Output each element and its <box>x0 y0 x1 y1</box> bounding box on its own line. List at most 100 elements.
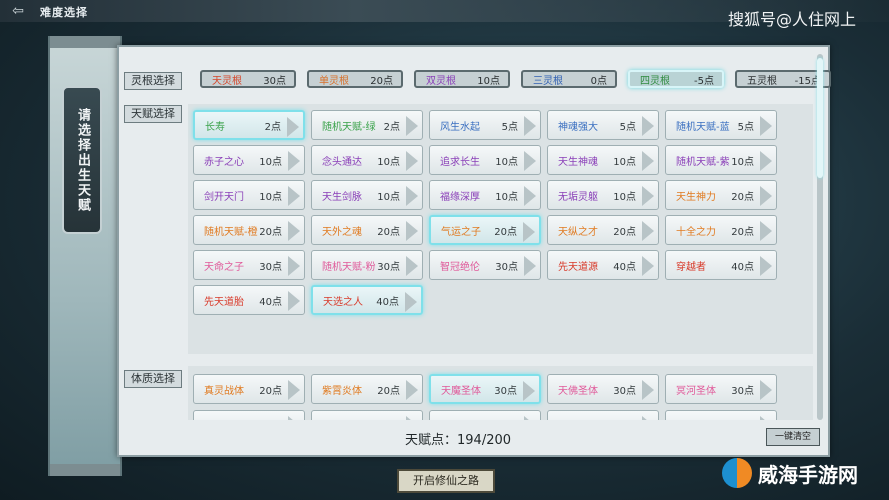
talent-card[interactable]: 天选之人 40点 <box>311 285 423 315</box>
talent-card[interactable]: 念头通达 10点 <box>311 145 423 175</box>
talent-card[interactable]: 随机天赋-紫 10点 <box>665 145 777 175</box>
birth-talent-label: 请选择出生天赋 <box>62 86 102 234</box>
talent-name: 天生神力 <box>676 191 716 203</box>
clear-all-button[interactable]: 一键清空 <box>766 428 820 446</box>
talent-cost: 20点 <box>377 226 400 238</box>
talent-name: 长寿 <box>205 121 225 133</box>
physique-name: 紫霄炎体 <box>322 385 362 397</box>
physique-card[interactable]: 真灵战体 20点 <box>193 374 305 404</box>
talent-card[interactable]: 天纵之才 20点 <box>547 215 659 245</box>
physique-grid: 真灵战体 20点 紫霄炎体 20点 天魔圣体 30点 天佛圣体 30点 冥河圣体 30点 <box>193 374 777 420</box>
talent-name: 风生水起 <box>440 121 480 133</box>
physique-card[interactable]: 紫霄炎体 20点 <box>311 374 423 404</box>
physique-card[interactable]: 冥河圣体 30点 <box>665 374 777 404</box>
root-name: 三灵根 <box>533 75 563 87</box>
talent-cost: 10点 <box>259 191 282 203</box>
talent-card[interactable]: 随机天赋-绿 2点 <box>311 110 423 140</box>
physique-card[interactable] <box>311 410 423 420</box>
physique-card[interactable] <box>547 410 659 420</box>
talent-cost: 10点 <box>613 191 636 203</box>
talent-card[interactable]: 智冠绝伦 30点 <box>429 250 541 280</box>
talent-cost: 40点 <box>259 296 282 308</box>
talent-name: 十全之力 <box>676 226 716 238</box>
talent-card[interactable]: 十全之力 20点 <box>665 215 777 245</box>
talent-cost: 20点 <box>494 226 517 238</box>
physique-cost: 30点 <box>494 385 517 397</box>
root-cost: 30点 <box>263 75 286 87</box>
talent-cost: 30点 <box>377 261 400 273</box>
physique-card[interactable] <box>665 410 777 420</box>
root-cost: -5点 <box>694 75 714 87</box>
talent-card[interactable]: 赤子之心 10点 <box>193 145 305 175</box>
back-arrow-icon[interactable]: ⇦ <box>6 3 30 19</box>
talent-card[interactable]: 风生水起 5点 <box>429 110 541 140</box>
physique-card[interactable]: 天佛圣体 30点 <box>547 374 659 404</box>
root-cost: 0点 <box>590 75 607 87</box>
talent-name: 念头通达 <box>322 156 362 168</box>
scrollbar-thumb[interactable] <box>817 58 823 178</box>
talent-section-label: 天赋选择 <box>124 105 182 123</box>
talent-card[interactable]: 气运之子 20点 <box>429 215 541 245</box>
talent-name: 气运之子 <box>441 226 481 238</box>
root-name: 天灵根 <box>212 75 242 87</box>
talent-name: 随机天赋-橙 <box>204 226 258 238</box>
root-option[interactable]: 天灵根 30点 <box>200 70 296 88</box>
root-name: 五灵根 <box>747 75 777 87</box>
talent-points-counter: 天赋点：194/200 <box>405 433 512 448</box>
page-title: 难度选择 <box>40 6 88 19</box>
brand-name: 威海手游网 <box>758 462 858 487</box>
talent-card[interactable]: 天生神魂 10点 <box>547 145 659 175</box>
talent-name: 智冠绝伦 <box>440 261 480 273</box>
talent-name: 天选之人 <box>323 296 363 308</box>
talent-name: 随机天赋-紫 <box>676 156 730 168</box>
talent-card[interactable]: 神魂强大 5点 <box>547 110 659 140</box>
talent-card[interactable]: 随机天赋-蓝 5点 <box>665 110 777 140</box>
physique-card[interactable] <box>429 410 541 420</box>
talent-name: 神魂强大 <box>558 121 598 133</box>
talent-name: 天生神魂 <box>558 156 598 168</box>
root-name: 双灵根 <box>426 75 456 87</box>
root-option[interactable]: 四灵根 -5点 <box>628 70 724 88</box>
talent-card[interactable]: 天命之子 30点 <box>193 250 305 280</box>
talent-card[interactable]: 长寿 2点 <box>193 110 305 140</box>
physique-card[interactable] <box>193 410 305 420</box>
talent-card[interactable]: 天生剑脉 10点 <box>311 180 423 210</box>
talent-cost: 2点 <box>383 121 400 133</box>
vertical-scrollbar[interactable] <box>817 54 823 420</box>
talent-card[interactable]: 天外之魂 20点 <box>311 215 423 245</box>
root-option[interactable]: 双灵根 10点 <box>414 70 510 88</box>
start-journey-button[interactable]: 开启修仙之路 <box>397 469 495 493</box>
talent-card[interactable]: 随机天赋-粉 30点 <box>311 250 423 280</box>
talent-name: 赤子之心 <box>204 156 244 168</box>
talent-card[interactable]: 追求长生 10点 <box>429 145 541 175</box>
talent-name: 先天道胎 <box>204 296 244 308</box>
physique-cost: 20点 <box>377 385 400 397</box>
talent-name: 随机天赋-蓝 <box>676 121 730 133</box>
root-name: 四灵根 <box>640 75 670 87</box>
talent-card[interactable]: 先天道源 40点 <box>547 250 659 280</box>
root-option[interactable]: 单灵根 20点 <box>307 70 403 88</box>
talent-cost: 10点 <box>495 191 518 203</box>
root-options: 天灵根 30点 单灵根 20点 双灵根 10点 三灵根 0点 四灵根 -5点 五灵根 -15… <box>200 70 831 88</box>
talent-cost: 10点 <box>731 156 754 168</box>
physique-cost: 30点 <box>731 385 754 397</box>
talent-card[interactable]: 福缘深厚 10点 <box>429 180 541 210</box>
talent-card[interactable]: 剑开天门 10点 <box>193 180 305 210</box>
talent-cost: 40点 <box>376 296 399 308</box>
talent-cost: 40点 <box>613 261 636 273</box>
talent-cost: 10点 <box>377 191 400 203</box>
talent-name: 无垢灵躯 <box>558 191 598 203</box>
talent-card[interactable]: 天生神力 20点 <box>665 180 777 210</box>
talent-card[interactable]: 无垢灵躯 10点 <box>547 180 659 210</box>
watermark-text: 搜狐号@人住网上 <box>728 10 857 29</box>
brand-watermark: 威海手游网 <box>722 458 858 488</box>
talent-cost: 30点 <box>495 261 518 273</box>
talent-card[interactable]: 先天道胎 40点 <box>193 285 305 315</box>
talent-name: 天外之魂 <box>322 226 362 238</box>
physique-name: 天魔圣体 <box>441 385 481 397</box>
talent-card[interactable]: 随机天赋-橙 20点 <box>193 215 305 245</box>
physique-card[interactable]: 天魔圣体 30点 <box>429 374 541 404</box>
root-option[interactable]: 三灵根 0点 <box>521 70 617 88</box>
talent-card[interactable]: 穿越者 40点 <box>665 250 777 280</box>
talent-cost: 10点 <box>377 156 400 168</box>
